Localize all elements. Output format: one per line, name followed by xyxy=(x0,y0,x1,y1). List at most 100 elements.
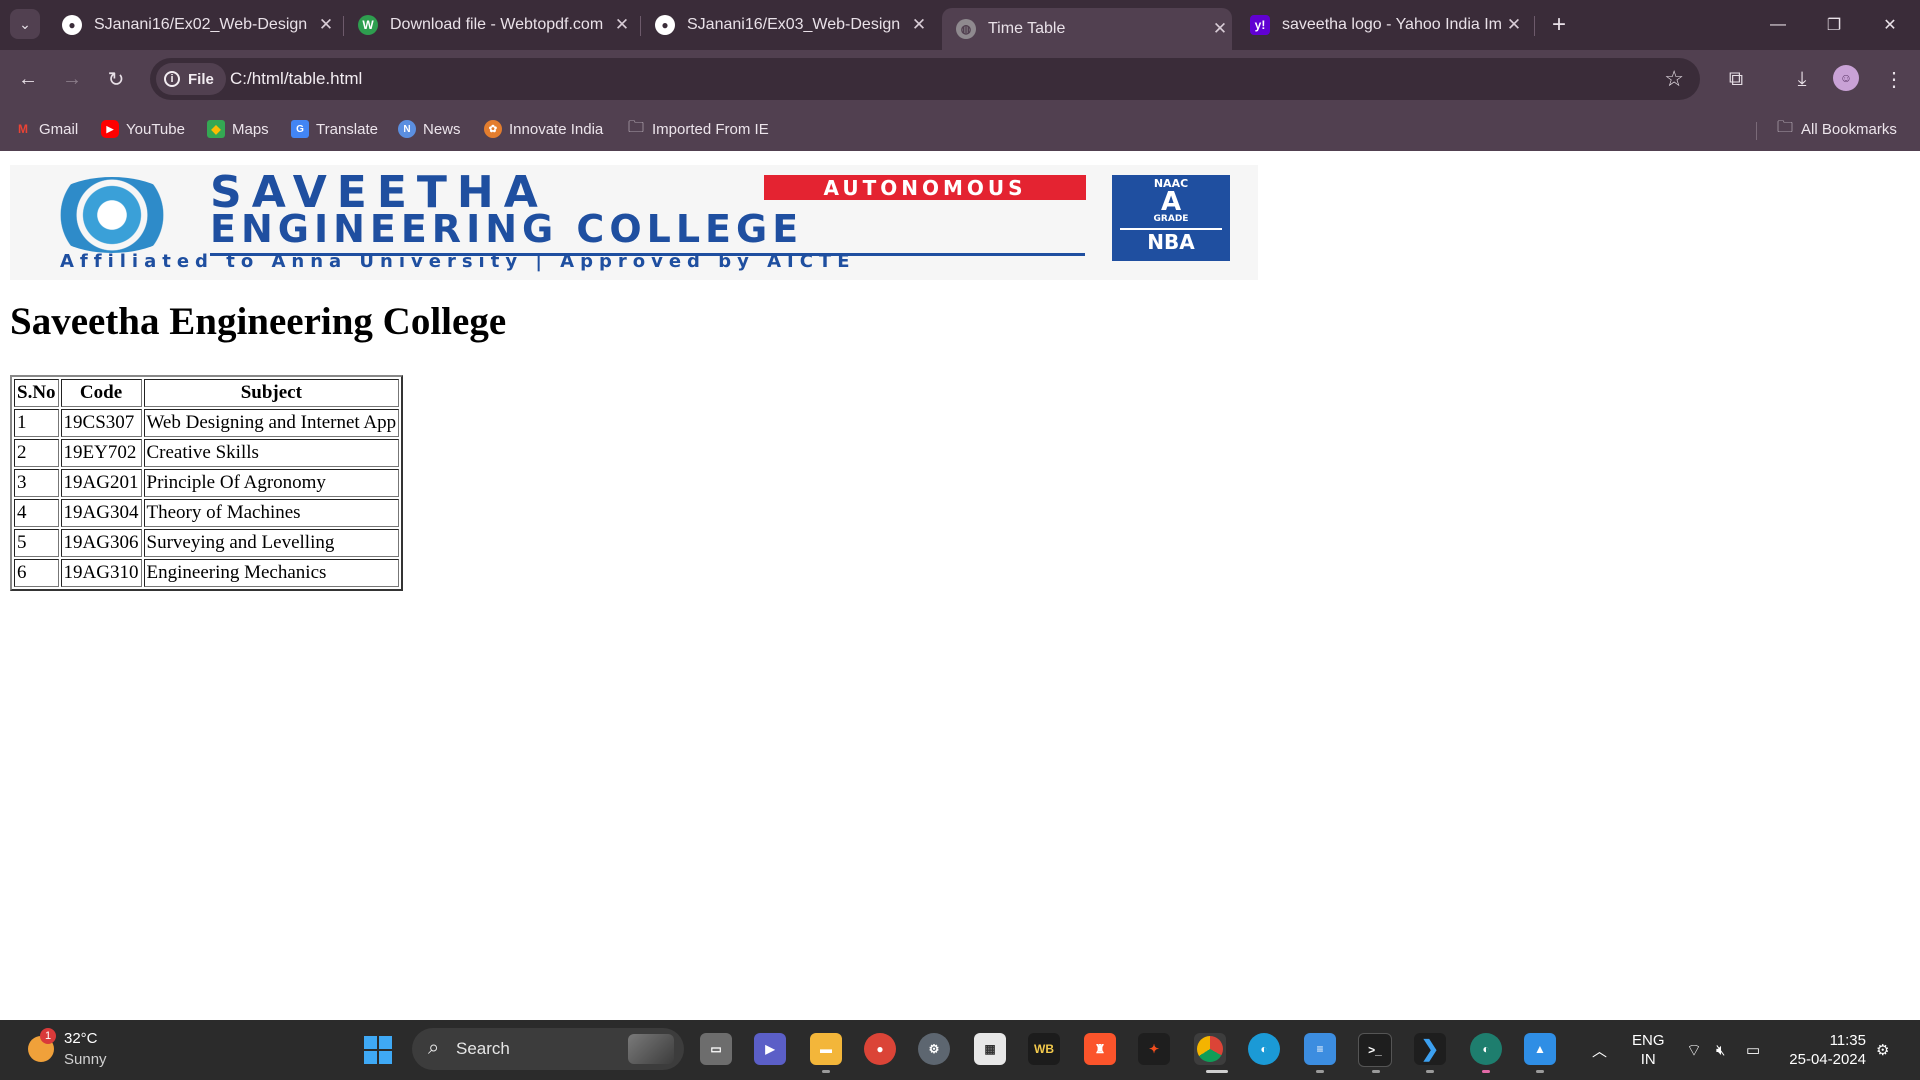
winbox-icon[interactable]: WB xyxy=(1028,1033,1060,1065)
chrome-profile-icon[interactable] xyxy=(1194,1033,1226,1065)
table-cell-code: 19AG310 xyxy=(60,559,142,587)
meet-icon[interactable]: ▶ xyxy=(754,1033,786,1065)
site-info-chip[interactable]: i File xyxy=(156,63,226,95)
table-cell-subject: Surveying and Levelling xyxy=(143,529,400,557)
file-explorer-icon[interactable]: ▬ xyxy=(810,1033,842,1065)
profile-avatar[interactable]: ☺ xyxy=(1833,65,1859,91)
badge-grade: A xyxy=(1160,187,1182,217)
timetable: S.No Code Subject 1 19CS307 Web Designin… xyxy=(10,375,404,591)
store-icon[interactable]: ▦ xyxy=(974,1033,1006,1065)
lang-line2: IN xyxy=(1640,1051,1656,1068)
table-cell-code: 19EY702 xyxy=(60,439,142,467)
table-row: 1 19CS307 Web Designing and Internet App xyxy=(14,409,400,437)
tab-webtopdf[interactable]: W Download file - Webtopdf.com ✕ xyxy=(344,8,634,42)
chevron-up-icon[interactable]: ︿ xyxy=(1592,1020,1607,1080)
restore-button[interactable]: ❐ xyxy=(1806,0,1862,50)
bookmark-label: Innovate India xyxy=(509,120,604,138)
new-tab-button[interactable]: + xyxy=(1544,10,1574,40)
table-cell-sno: 1 xyxy=(14,409,59,437)
table-cell-sno: 5 xyxy=(14,529,59,557)
edge-icon[interactable]: ◐ xyxy=(1248,1033,1280,1065)
vscode-icon[interactable]: ❯ xyxy=(1414,1033,1446,1065)
close-window-button[interactable]: ✕ xyxy=(1862,0,1918,50)
edge-profile-icon[interactable]: ◐ xyxy=(1470,1033,1502,1065)
tab-title: SJanani16/Ex02_Web-Design xyxy=(94,16,308,33)
language-indicator[interactable]: ENG IN xyxy=(1632,1031,1665,1069)
volume-muted-icon[interactable]: 🔇︎ xyxy=(1716,1020,1725,1080)
news-icon: N xyxy=(398,120,416,138)
notepad-icon[interactable]: ≡ xyxy=(1304,1033,1336,1065)
downloads-button[interactable]: ⤓ xyxy=(1786,63,1818,95)
search-icon: ⌕ xyxy=(428,1037,440,1059)
search-highlight-icon xyxy=(628,1034,674,1064)
taskbar-search[interactable]: ⌕ Search xyxy=(412,1028,684,1070)
tab-ex03[interactable]: ● SJanani16/Ex03_Web-Design ✕ xyxy=(641,8,931,42)
close-icon: ✕ xyxy=(1883,17,1897,34)
close-icon[interactable]: ✕ xyxy=(610,15,634,35)
chip-label: File xyxy=(188,70,214,88)
table-cell-subject: Principle Of Agronomy xyxy=(143,469,400,497)
weather-badge: 1 xyxy=(40,1028,56,1044)
bookmark-innovate-india[interactable]: ✿ Innovate India xyxy=(484,118,603,140)
chrome-icon[interactable]: ● xyxy=(864,1033,896,1065)
wifi-icon[interactable]: ⌔ xyxy=(1686,1020,1702,1080)
close-icon[interactable]: ✕ xyxy=(1208,19,1232,39)
photos-icon[interactable]: ▲ xyxy=(1524,1033,1556,1065)
reload-button[interactable]: ↻ xyxy=(100,63,132,95)
close-icon[interactable]: ✕ xyxy=(907,15,931,35)
extensions-button[interactable]: ⧉ xyxy=(1720,63,1752,95)
bookmark-imported-from-ie[interactable]: 🗀 Imported From IE xyxy=(627,118,769,140)
figma-icon[interactable]: ✦ xyxy=(1138,1033,1170,1065)
tab-title: Download file - Webtopdf.com xyxy=(390,16,604,33)
bookmark-label: YouTube xyxy=(126,120,185,138)
terminal-icon[interactable]: >_ xyxy=(1358,1033,1392,1067)
menu-button[interactable]: ⋮ xyxy=(1878,63,1910,95)
battery-icon[interactable]: ▭ xyxy=(1746,1020,1760,1080)
gmail-icon: M xyxy=(18,122,28,136)
bookmark-maps[interactable]: ◆ Maps xyxy=(207,118,269,140)
table-row: 5 19AG306 Surveying and Levelling xyxy=(14,529,400,557)
logo-subtitle: Affiliated to Anna University | Approved… xyxy=(60,251,856,272)
minimize-button[interactable]: — xyxy=(1750,0,1806,50)
bookmarks-bar: M Gmail ▶ YouTube ◆ Maps G Translate N N… xyxy=(0,108,1920,151)
clock[interactable]: 11:35 25-04-2024 xyxy=(1784,1031,1866,1069)
close-icon[interactable]: ✕ xyxy=(314,15,338,35)
close-icon[interactable]: ✕ xyxy=(1502,15,1526,35)
table-cell-code: 19AG304 xyxy=(60,499,142,527)
tab-title: saveetha logo - Yahoo India Ima xyxy=(1282,16,1502,33)
windows-taskbar: 1 32°C Sunny ⌕ Search ▭ ▶ ▬ ● ⚙ ▦ WB ♜ ✦… xyxy=(0,1020,1920,1080)
tab-ex02[interactable]: ● SJanani16/Ex02_Web-Design ✕ xyxy=(48,8,338,42)
tab-search-button[interactable]: ⌄ xyxy=(10,9,40,39)
globe-icon: ◍ xyxy=(956,19,976,39)
column-header: Subject xyxy=(143,379,400,407)
translate-icon: G xyxy=(291,120,309,138)
table-cell-sno: 4 xyxy=(14,499,59,527)
tab-yahoo[interactable]: y! saveetha logo - Yahoo India Ima ✕ xyxy=(1236,8,1526,42)
start-button[interactable] xyxy=(364,1036,392,1064)
youtube-icon: ▶ xyxy=(101,120,119,138)
browser-toolbar: ← → ↻ i File C:/html/table.html ☆ ⧉ ⤓ ☺ … xyxy=(0,50,1920,108)
brave-icon[interactable]: ♜ xyxy=(1084,1033,1116,1065)
notification-icon[interactable]: ⚙ xyxy=(1876,1020,1889,1080)
bookmark-youtube[interactable]: ▶ YouTube xyxy=(101,118,185,140)
task-view-icon[interactable]: ▭ xyxy=(700,1033,732,1065)
bookmark-translate[interactable]: G Translate xyxy=(291,118,378,140)
all-bookmarks-button[interactable]: 🗀 All Bookmarks xyxy=(1776,118,1897,140)
bookmark-gmail[interactable]: M Gmail xyxy=(14,118,78,140)
tab-time-table[interactable]: ◍ Time Table ✕ xyxy=(942,8,1232,50)
address-bar[interactable]: i File C:/html/table.html ☆ xyxy=(150,58,1700,100)
bookmark-label: Gmail xyxy=(39,120,79,138)
bookmark-star-icon[interactable]: ☆ xyxy=(1664,66,1684,92)
column-header: Code xyxy=(60,379,142,407)
github-icon: ● xyxy=(655,15,675,35)
table-row: 3 19AG201 Principle Of Agronomy xyxy=(14,469,400,497)
clock-date: 25-04-2024 xyxy=(1789,1051,1866,1068)
table-header-row: S.No Code Subject xyxy=(14,379,400,407)
forward-button[interactable]: → xyxy=(56,63,88,95)
bookmark-news[interactable]: N News xyxy=(398,118,461,140)
back-button[interactable]: ← xyxy=(12,63,44,95)
weather-temp: 32°C xyxy=(64,1030,98,1047)
settings-gear-icon[interactable]: ⚙ xyxy=(918,1033,950,1065)
table-cell-sno: 6 xyxy=(14,559,59,587)
url-text[interactable]: C:/html/table.html xyxy=(230,69,362,89)
